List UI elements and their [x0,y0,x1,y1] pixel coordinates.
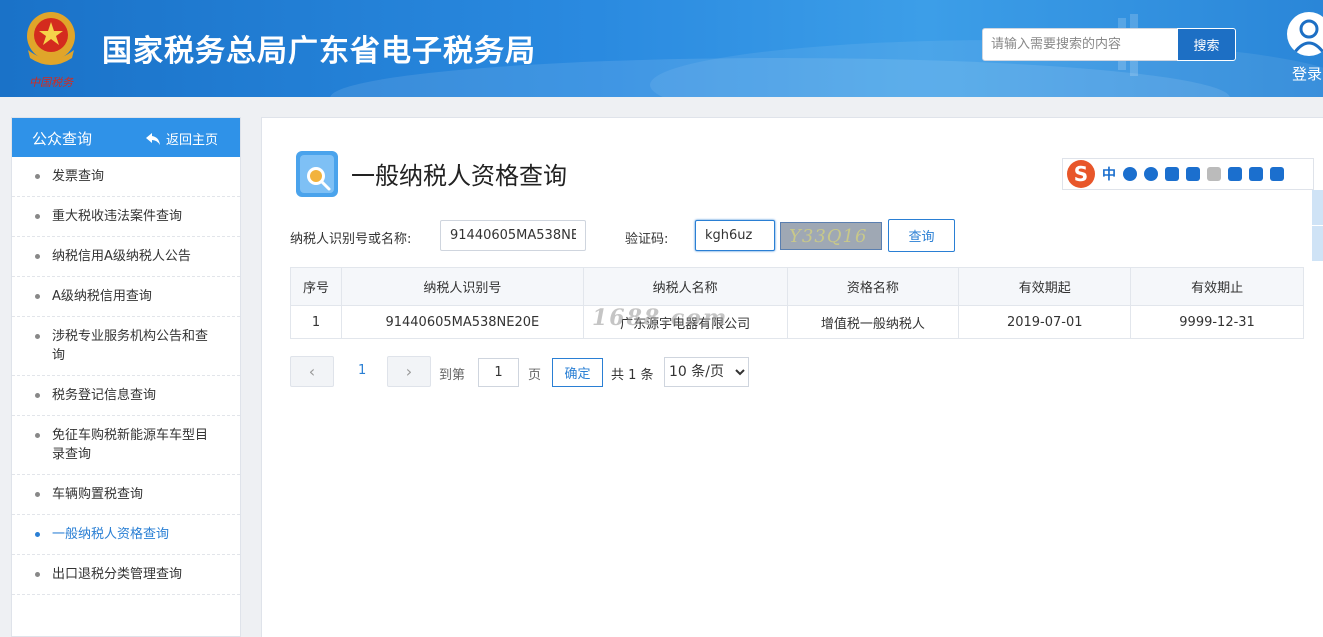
bullet-icon [35,174,40,179]
bullet-icon [35,393,40,398]
captcha-input[interactable] [695,220,775,251]
tax-emblem-logo: 中国税务 [27,12,75,89]
search-document-icon [296,151,338,197]
cell-qualification: 增值税一般纳税人 [786,305,960,339]
sidebar-item-vehicle-purchase-tax[interactable]: 车辆购置税查询 [12,475,240,515]
user-avatar-icon[interactable] [1287,12,1323,56]
search-button[interactable]: 搜索 [1177,28,1236,61]
next-page-button[interactable]: › [387,356,431,387]
total-count: 共 1 条 [611,368,654,383]
main-panel: 一般纳税人资格查询 S 中 纳税人识别号或名称: 验证码: Y33Q16 查询 … [261,117,1323,637]
bullet-icon [35,254,40,259]
page-title: 一般纳税人资格查询 [351,162,567,190]
keyboard-icon[interactable] [1186,167,1200,181]
sidebar-item-label: 发票查询 [52,169,105,184]
sidebar-item-label: 涉税专业服务机构公告和查询 [52,329,209,363]
ime-mode-toggle[interactable]: 中 [1102,164,1116,184]
page-unit-label: 页 [528,368,542,383]
page-number-current[interactable]: 1 [358,363,366,378]
sidebar-item-tax-service-agency[interactable]: 涉税专业服务机构公告和查询 [12,317,240,376]
goto-label: 到第 [439,368,466,383]
search-input[interactable] [982,28,1178,61]
sidebar-item-label: 纳税信用A级纳税人公告 [52,249,191,264]
cell-index: 1 [290,305,342,339]
col-header-qualification: 资格名称 [786,267,960,306]
emoji-icon[interactable] [1144,167,1158,181]
col-header-valid-to: 有效期止 [1130,267,1304,306]
back-home-label: 返回主页 [166,133,219,148]
sidebar-item-export-rebate-query[interactable]: 出口退税分类管理查询 [12,555,240,595]
sidebar-item-a-level-announcement[interactable]: 纳税信用A级纳税人公告 [12,237,240,277]
gamepad-icon[interactable] [1249,167,1263,181]
captcha-label: 验证码: [625,232,669,247]
svg-text:中国税务: 中国税务 [29,76,74,89]
bullet-icon [35,433,40,438]
sidebar-item-general-taxpayer-query[interactable]: 一般纳税人资格查询 [12,515,240,555]
prev-page-button[interactable]: ‹ [290,356,334,387]
page-size-select[interactable]: 10 条/页 [664,357,749,387]
punctuation-icon[interactable] [1123,167,1137,181]
captcha-image[interactable]: Y33Q16 [780,222,882,250]
side-tab-top[interactable] [1312,226,1323,262]
login-link[interactable]: 登录 [1292,63,1322,84]
ime-toolbar[interactable]: S 中 [1062,158,1314,190]
floating-side-tabs [1312,190,1323,262]
bullet-icon [35,294,40,299]
sidebar-item-major-violation-query[interactable]: 重大税收违法案件查询 [12,197,240,237]
sidebar-item-label: 出口退税分类管理查询 [52,567,183,582]
goto-page-input[interactable] [478,358,519,387]
table-header-row: 序号 纳税人识别号 纳税人名称 资格名称 有效期起 有效期止 [290,267,1304,306]
sidebar: 公众查询 返回主页 发票查询 重大税收违法案件查询 纳税信用A级纳税人公告 A级… [11,117,241,637]
sogou-logo-icon[interactable]: S [1067,160,1095,188]
sidebar-item-invoice-query[interactable]: 发票查询 [12,157,240,197]
taxpayer-id-label: 纳税人识别号或名称: [290,232,412,247]
goto-confirm-button[interactable]: 确定 [552,358,603,387]
sidebar-item-label: 免征车购税新能源车车型目录查询 [52,428,209,462]
sidebar-header: 公众查询 返回主页 [12,118,240,157]
sidebar-item-label: A级纳税信用查询 [52,289,152,304]
sidebar-item-label: 车辆购置税查询 [52,487,144,502]
watermark: 1688.com [592,305,729,331]
cell-valid-from: 2019-07-01 [958,305,1132,339]
apps-grid-icon[interactable] [1270,167,1284,181]
col-header-taxpayer-id: 纳税人识别号 [340,267,584,306]
bullet-icon [35,214,40,219]
back-arrow-icon [146,132,160,145]
cell-valid-to: 9999-12-31 [1130,305,1304,339]
sidebar-item-label: 税务登记信息查询 [52,388,157,403]
sidebar-title: 公众查询 [32,130,93,148]
bullet-icon [35,532,40,537]
col-header-taxpayer-name: 纳税人名称 [582,267,788,306]
sidebar-menu: 发票查询 重大税收违法案件查询 纳税信用A级纳税人公告 A级纳税信用查询 涉税专… [12,157,240,595]
cell-taxpayer-id: 91440605MA538NE20E [340,305,584,339]
user-icon[interactable] [1207,167,1221,181]
table-row: 1 91440605MA538NE20E 广东源宇电器有限公司 增值税一般纳税人… [290,305,1304,339]
back-home-link[interactable]: 返回主页 [146,129,218,148]
sidebar-item-a-level-credit-query[interactable]: A级纳税信用查询 [12,277,240,317]
col-header-valid-from: 有效期起 [958,267,1132,306]
sidebar-item-label: 重大税收违法案件查询 [52,209,183,224]
query-button[interactable]: 查询 [888,219,955,252]
sidebar-item-label: 一般纳税人资格查询 [52,527,170,542]
microphone-icon[interactable] [1165,167,1179,181]
results-table: 序号 纳税人识别号 纳税人名称 资格名称 有效期起 有效期止 1 9144060… [290,267,1304,339]
sidebar-item-new-energy-vehicle-catalog[interactable]: 免征车购税新能源车车型目录查询 [12,416,240,475]
side-tab-consult[interactable] [1312,190,1323,226]
sidebar-item-tax-registration-query[interactable]: 税务登记信息查询 [12,376,240,416]
taxpayer-id-input[interactable] [440,220,586,251]
skin-shirt-icon[interactable] [1228,167,1242,181]
col-header-index: 序号 [290,267,342,306]
bullet-icon [35,572,40,577]
captcha-image-text: Y33Q16 [789,226,868,247]
site-header: 中国税务 国家税务总局广东省电子税务局 搜索 登录 [0,0,1323,97]
bullet-icon [35,334,40,339]
bullet-icon [35,492,40,497]
site-title: 国家税务总局广东省电子税务局 [102,34,536,69]
